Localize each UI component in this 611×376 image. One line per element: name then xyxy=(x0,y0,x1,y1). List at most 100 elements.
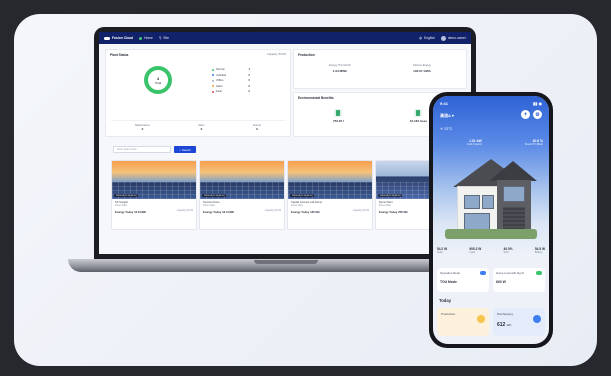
production-panel: Production Energy This Month 1.03 MWh Lif… xyxy=(293,49,467,89)
stat-item[interactable]: Events 0 xyxy=(253,124,261,131)
home-load-card[interactable]: Home Load with big M 600 W xyxy=(493,268,545,292)
sun-icon xyxy=(477,315,485,323)
photo-timestamp: 2024-08-27 08:49:20 xyxy=(114,194,139,197)
discharging-unit: Wh xyxy=(506,323,512,327)
house-illustration xyxy=(445,159,537,247)
card-value: TOU Mode xyxy=(440,280,457,284)
energy-today: Energy Today 136 Wh xyxy=(291,210,320,214)
app-name: Fusion Cloud xyxy=(112,36,134,40)
laptop-notch xyxy=(254,260,318,264)
production-label: Energy This Month xyxy=(329,64,351,67)
panel-title: Production xyxy=(298,53,315,57)
plant-photo: 2024-08-27 08:49:20 xyxy=(200,161,284,199)
mobile-hero: 9:41 ▮▮ ◉ 清流A ▾ + ⚙ ☀ 23°C 1.01 kW Grid (I… xyxy=(433,96,549,256)
panel-title: Plant Status xyxy=(110,53,129,57)
card-label: Operation Mode xyxy=(440,271,461,275)
stat-value: 0 xyxy=(141,127,144,131)
legend-dot xyxy=(212,79,214,82)
top-nav-bar: Fusion Cloud Home ⚲ Site ◍ English demo.ow… xyxy=(99,32,471,44)
site-icon: ⚲ xyxy=(158,36,162,40)
legend-value: 0 xyxy=(248,79,250,83)
window-shape xyxy=(464,195,480,209)
signal-icon: ▮▮ ◉ xyxy=(532,101,542,106)
app-logo[interactable]: Fusion Cloud xyxy=(104,36,133,40)
card-value: 600 W xyxy=(496,280,506,284)
mode-cards: Operation Mode TOU Mode Home Load with bi… xyxy=(437,268,545,292)
co2-icon xyxy=(334,109,343,117)
battery-icon xyxy=(533,315,541,323)
env-item: 10,162 trees xyxy=(410,109,427,123)
production-card[interactable]: Production xyxy=(437,308,489,336)
legend-dot xyxy=(212,68,214,71)
legend-value: 0 xyxy=(248,73,250,77)
capacity: Capacity 20 kW xyxy=(264,210,281,212)
env-item: 753.25 t xyxy=(333,109,344,123)
energy-today: Energy Today 16.0 kWh xyxy=(203,210,235,214)
window-shape xyxy=(503,186,525,202)
plant-card[interactable]: 2024-08-27 08:49:20 Capital Cosmos Lab D… xyxy=(287,160,373,230)
mode-toggle[interactable] xyxy=(480,271,486,275)
legend-label: Alarm xyxy=(216,84,223,88)
nav-home-label: Home xyxy=(144,36,153,40)
flow-grid: 1.01 kW Grid (Import) xyxy=(467,139,482,146)
load-toggle[interactable] xyxy=(536,271,542,275)
status-ring-chart: 4 Total xyxy=(144,66,172,94)
power-rate-label: Power Rate xyxy=(115,205,128,207)
mobile-app: 9:41 ▮▮ ◉ 清流A ▾ + ⚙ ☀ 23°C 1.01 kW Grid (I… xyxy=(433,96,549,344)
site-selector[interactable]: 清流A ▾ xyxy=(440,113,454,119)
plant-card[interactable]: 2024-08-27 08:49:20 Sunrise Demo Power R… xyxy=(199,160,285,230)
photo-timestamp: 2024-08-27 08:49:20 xyxy=(378,194,403,197)
nav-site[interactable]: ⚲ Site xyxy=(159,36,169,40)
cloud-icon xyxy=(104,36,110,40)
user-menu[interactable]: demo.owner xyxy=(440,35,466,41)
capacity-label: Capacity: 80 kW xyxy=(267,53,286,56)
web-dashboard: Fusion Cloud Home ⚲ Site ◍ English demo.ow… xyxy=(99,32,471,254)
operation-mode-card[interactable]: Operation Mode TOU Mode xyxy=(437,268,489,292)
legend-dot xyxy=(212,90,214,93)
panel-title: Environmental Benefits xyxy=(298,96,334,100)
search-button[interactable]: ⌕ Search xyxy=(174,146,196,153)
stat-label: Solar xyxy=(437,251,443,254)
window-shape xyxy=(482,195,494,209)
energy-today: Energy Today 258 Wh xyxy=(379,210,408,214)
legend-label: Normal xyxy=(216,68,225,72)
status-legend: Normal 4 Unlinked 0 Offline 0 Alarm 0 Fault 0 xyxy=(212,67,250,95)
production-value: 1.03 MWh xyxy=(332,69,348,73)
nav-home[interactable]: Home xyxy=(139,36,153,40)
ring-label: Total xyxy=(154,80,162,85)
discharging-card[interactable]: Discharging 612 Wh xyxy=(493,308,545,336)
legend-value: 0 xyxy=(248,84,250,88)
legend-dot xyxy=(212,85,214,88)
plant-photo: 2024-08-27 08:49:20 xyxy=(112,161,196,199)
tree-icon xyxy=(414,109,423,117)
capacity: Capacity 20 kW xyxy=(352,210,369,212)
stat-item: 40.0% SOC xyxy=(504,247,513,254)
energy-row: Energy Today 15.8 kWh Capacity 20 kW xyxy=(112,208,196,216)
production-value: 100.07 GWh xyxy=(413,69,431,73)
plant-search-input[interactable]: Enter plant name xyxy=(113,146,171,153)
energy-row: Energy Today 16.0 kWh Capacity 20 kW xyxy=(200,208,284,216)
language-selector[interactable]: ◍ English xyxy=(419,36,435,40)
legend-label: Unlinked xyxy=(216,73,227,77)
card-label: Discharging xyxy=(497,312,513,316)
legend-row[interactable]: Fault 0 xyxy=(212,89,250,95)
globe-icon: ◍ xyxy=(419,36,423,40)
plant-stats-row: Maintenance 0 Alarm 0 Events 0 xyxy=(111,120,285,131)
legend-value: 4 xyxy=(248,68,250,72)
stat-item[interactable]: Maintenance 0 xyxy=(135,124,150,131)
search-button-label: Search xyxy=(181,147,191,152)
plant-status-panel: Plant Status Capacity: 80 kW 4 Total Nor… xyxy=(105,49,291,137)
stat-item[interactable]: Alarm 0 xyxy=(198,124,205,131)
stat-label: Battery xyxy=(534,251,543,254)
clock: 9:41 xyxy=(440,101,449,106)
plant-card[interactable]: 2024-08-27 08:49:20 SK Sungkil Power Rat… xyxy=(111,160,197,230)
language-label: English xyxy=(424,36,435,40)
discharging-value: 612 xyxy=(497,322,506,328)
search-icon: ⌕ xyxy=(179,147,181,152)
settings-icon[interactable]: ⚙ xyxy=(533,110,542,119)
production-label: Lifetime Energy xyxy=(412,64,431,67)
add-icon[interactable]: + xyxy=(521,110,530,119)
stat-item: 905.2 W Load xyxy=(469,247,481,254)
photo-timestamp: 2024-08-27 08:49:20 xyxy=(290,194,315,197)
home-icon xyxy=(139,36,143,40)
